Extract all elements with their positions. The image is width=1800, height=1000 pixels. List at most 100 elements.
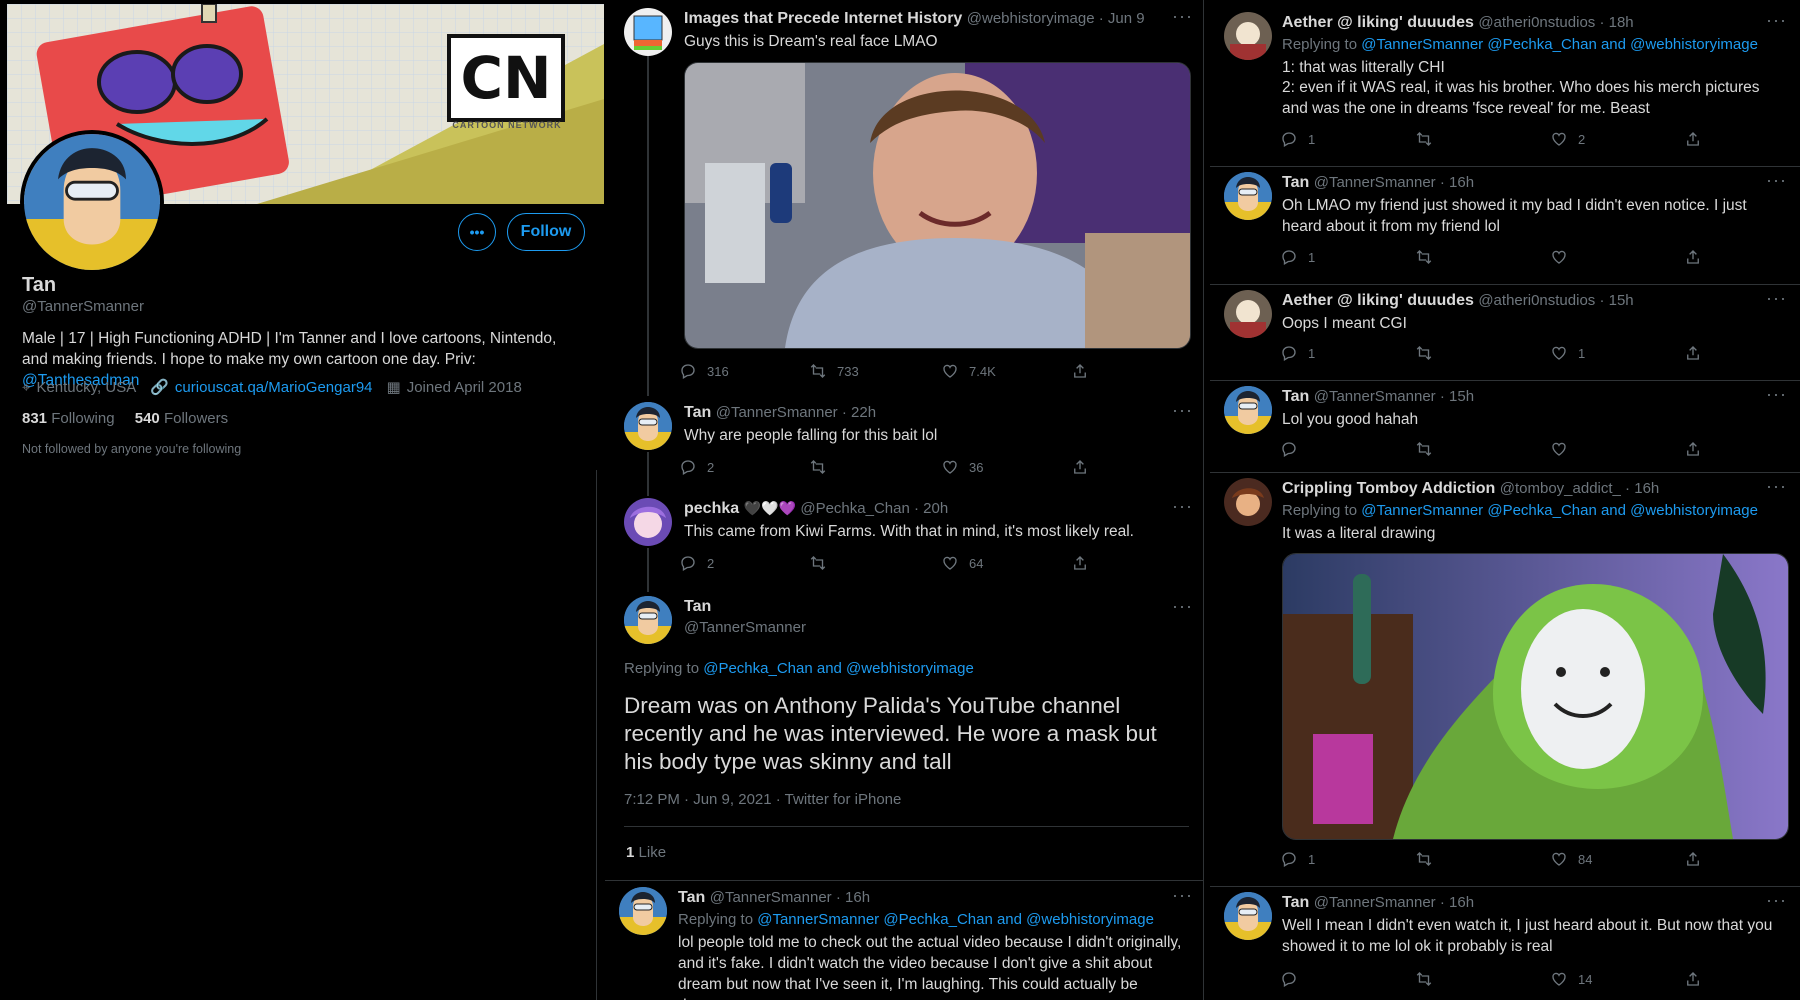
- tweet-author-name[interactable]: Aether @ liking' duuudes: [1282, 14, 1474, 31]
- share-button[interactable]: [1684, 344, 1702, 362]
- like-icon: [1550, 850, 1568, 868]
- avatar-tan[interactable]: [1224, 386, 1272, 434]
- avatar-aether[interactable]: [1224, 290, 1272, 338]
- share-button[interactable]: [1684, 970, 1702, 988]
- main-tweet-name[interactable]: Tan: [684, 598, 711, 616]
- like-button[interactable]: 7.4K: [941, 362, 996, 380]
- reply-button[interactable]: 1: [1280, 248, 1315, 266]
- reply-button[interactable]: 2: [679, 554, 714, 572]
- tweet-author-name[interactable]: Tan: [678, 889, 705, 906]
- followers-link[interactable]: 540 Followers: [135, 410, 228, 427]
- avatar-tan[interactable]: [1224, 892, 1272, 940]
- like-button[interactable]: [1550, 440, 1568, 458]
- more-icon[interactable]: ···: [1766, 10, 1787, 31]
- share-button[interactable]: [1684, 440, 1702, 458]
- reply-button[interactable]: [1280, 440, 1298, 458]
- more-icon[interactable]: ···: [1766, 170, 1787, 191]
- following-link[interactable]: 831 Following: [22, 410, 119, 427]
- tweet-photo[interactable]: [1282, 553, 1789, 840]
- tweet-author-name[interactable]: Crippling Tomboy Addiction: [1282, 480, 1495, 497]
- follow-button[interactable]: Follow: [507, 213, 585, 251]
- reply-button[interactable]: 1: [1280, 344, 1315, 362]
- retweet-button[interactable]: [1415, 440, 1433, 458]
- retweet-button[interactable]: 733: [809, 362, 859, 380]
- more-icon[interactable]: ···: [1172, 6, 1193, 27]
- more-icon[interactable]: ···: [1766, 384, 1787, 405]
- retweet-icon: [809, 458, 827, 476]
- more-button[interactable]: •••: [458, 213, 496, 251]
- retweet-button[interactable]: [809, 554, 827, 572]
- divider: [1210, 380, 1800, 381]
- reply-button[interactable]: 316: [679, 362, 729, 380]
- like-button[interactable]: 2: [1550, 130, 1585, 148]
- retweet-button[interactable]: [809, 458, 827, 476]
- tweet-text: Oops I meant CGI: [1282, 315, 1407, 332]
- avatar-tan[interactable]: [624, 402, 672, 450]
- share-button[interactable]: [1071, 362, 1089, 380]
- like-icon: [941, 458, 959, 476]
- tweet-text: It was a literal drawing: [1282, 525, 1436, 542]
- tweet-author-name[interactable]: Tan: [684, 404, 711, 421]
- share-button[interactable]: [1684, 248, 1702, 266]
- like-count: 14: [1578, 971, 1593, 987]
- share-button[interactable]: [1684, 850, 1702, 868]
- avatar-tan[interactable]: [1224, 172, 1272, 220]
- retweet-button[interactable]: [1415, 130, 1433, 148]
- retweet-button[interactable]: [1415, 344, 1433, 362]
- tweet-author-name[interactable]: Aether @ liking' duuudes: [1282, 292, 1474, 309]
- avatar-tan[interactable]: [624, 596, 672, 644]
- more-icon[interactable]: ···: [1766, 890, 1787, 911]
- more-icon[interactable]: ···: [1172, 596, 1193, 617]
- avatar-tomboy[interactable]: [1224, 478, 1272, 526]
- profile-avatar[interactable]: [20, 130, 164, 274]
- profile-website[interactable]: curiouscat.qa/MarioGengar94: [175, 379, 373, 396]
- tweet-author-name[interactable]: Images that Precede Internet History: [684, 10, 962, 27]
- tweet-author-name[interactable]: Tan: [1282, 174, 1309, 191]
- avatar-tan[interactable]: [619, 887, 667, 935]
- tweet-author-name[interactable]: pechka: [684, 500, 739, 517]
- more-icon[interactable]: ···: [1766, 288, 1787, 309]
- thread-line: [647, 56, 649, 396]
- tweet-meta: @TannerSmanner · 16h: [1313, 894, 1475, 911]
- replying-links[interactable]: @TannerSmanner @Pechka_Chan and @webhist…: [1361, 36, 1758, 53]
- tweet-header: Tan @TannerSmanner · 15h: [1282, 388, 1474, 406]
- reply-button[interactable]: 1: [1280, 130, 1315, 148]
- reply-button[interactable]: 2: [679, 458, 714, 476]
- tweet-photo[interactable]: [684, 62, 1191, 349]
- reply-button[interactable]: [1280, 970, 1298, 988]
- retweet-button[interactable]: [1415, 248, 1433, 266]
- tweet-actions: 2 36: [679, 458, 1159, 478]
- more-icon[interactable]: ···: [1172, 400, 1193, 421]
- like-button[interactable]: 14: [1550, 970, 1592, 988]
- retweet-button[interactable]: [1415, 970, 1433, 988]
- like-button[interactable]: 64: [941, 554, 983, 572]
- avatar-aether[interactable]: [1224, 12, 1272, 60]
- share-button[interactable]: [1071, 554, 1089, 572]
- reply-count: 1: [1308, 249, 1316, 265]
- like-button[interactable]: [1550, 248, 1568, 266]
- reply-button[interactable]: 1: [1280, 850, 1315, 868]
- replying-links[interactable]: @TannerSmanner @Pechka_Chan and @webhist…: [757, 911, 1154, 928]
- avatar-webhistoryimage[interactable]: [624, 8, 672, 56]
- retweet-button[interactable]: [1415, 850, 1433, 868]
- main-tweet-timestamp[interactable]: 7:12 PM · Jun 9, 2021 · Twitter for iPho…: [624, 791, 901, 808]
- more-icon[interactable]: ···: [1172, 496, 1193, 517]
- tweet-author-name[interactable]: Tan: [1282, 388, 1309, 405]
- like-icon: [1550, 248, 1568, 266]
- more-icon[interactable]: ···: [1766, 476, 1787, 497]
- avatar-pechka[interactable]: [624, 498, 672, 546]
- replying-links[interactable]: @Pechka_Chan and @webhistoryimage: [703, 660, 974, 677]
- share-button[interactable]: [1071, 458, 1089, 476]
- main-like-stat[interactable]: 1 Like: [626, 844, 666, 861]
- share-button[interactable]: [1684, 130, 1702, 148]
- like-button[interactable]: 1: [1550, 344, 1585, 362]
- like-button[interactable]: 84: [1550, 850, 1592, 868]
- replying-links[interactable]: @TannerSmanner @Pechka_Chan and @webhist…: [1361, 502, 1758, 519]
- retweet-icon: [809, 554, 827, 572]
- more-icon[interactable]: ···: [1172, 885, 1193, 906]
- thread-line: [647, 452, 649, 496]
- tweet-author-name[interactable]: Tan: [1282, 894, 1309, 911]
- like-button[interactable]: 36: [941, 458, 983, 476]
- like-count: 2: [1578, 131, 1586, 147]
- reply-icon: [679, 458, 697, 476]
